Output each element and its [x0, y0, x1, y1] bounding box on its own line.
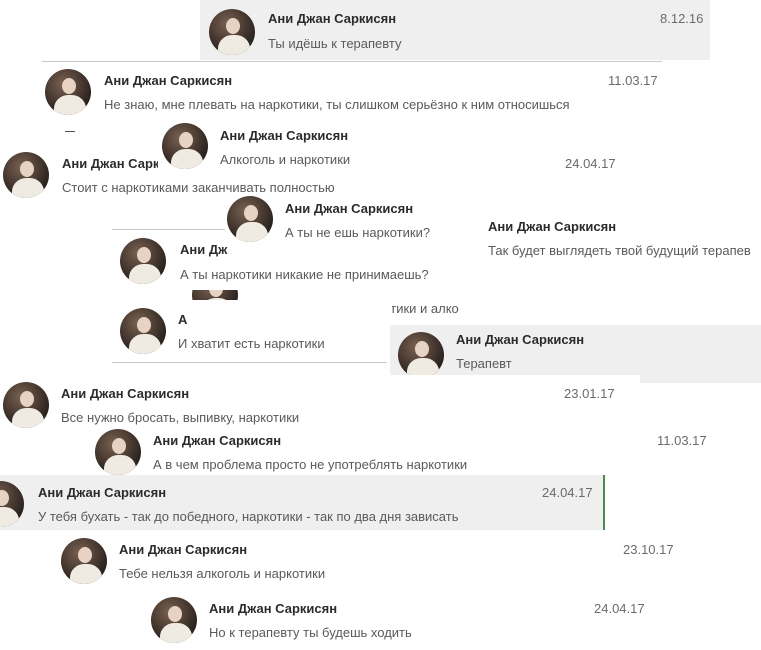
avatar	[151, 597, 197, 643]
message-item: Ани Джан Саркисян 11.03.17 Не знаю, мне …	[42, 62, 662, 124]
message-item: Ани Джан Саркисян 23.10.17 Тебе нельзя а…	[58, 533, 698, 589]
avatar	[0, 481, 24, 527]
avatar	[120, 308, 166, 354]
message-text: Все нужно бросать, выпивку, наркотики	[61, 410, 300, 425]
message-date: 24.04.17	[542, 485, 593, 500]
sender-name: Ани Джан Саркисян	[119, 542, 248, 557]
sender-name: Ани Джан Сарк	[62, 156, 160, 171]
message-text: Алкоголь и наркотики	[220, 152, 351, 167]
sender-name: Ани Джан Саркисян	[38, 485, 167, 500]
divider	[42, 61, 662, 62]
message-date: 24.04.17	[565, 156, 616, 171]
message-text: Но к терапевту ты будешь ходить	[209, 625, 412, 640]
message-item: Ани Джан Саркисян 24.04.17 Но к терапевт…	[148, 592, 668, 650]
sender-name: Ани Джан Саркисян	[209, 601, 338, 616]
avatar	[3, 382, 49, 428]
sender-name: Ани Джан Саркисян	[104, 73, 233, 88]
message-date: 11.03.17	[608, 73, 658, 88]
message-text: А в чем проблема просто не употреблять н…	[153, 457, 468, 472]
message-text: А ты не ешь наркотики?	[285, 225, 431, 240]
message-text: Тебе нельзя алкоголь и наркотики	[119, 566, 326, 581]
message-text: Терапевт	[456, 356, 512, 371]
message-date: 24.04.17	[594, 601, 645, 616]
message-text: И хватит есть наркотики	[178, 336, 325, 351]
divider	[112, 362, 387, 363]
sender-name: Ани Джан Саркисян	[285, 201, 414, 216]
sender-name: Ани Джан Саркисян	[153, 433, 282, 448]
message-item: Ани Джан Саркисян 11.03.17 А в чем пробл…	[92, 425, 722, 475]
sender-name: Ани Дж	[180, 242, 228, 257]
avatar	[209, 9, 255, 55]
message-item: Ани Джан Саркисян Алкоголь и наркотики	[158, 118, 368, 170]
avatar	[398, 332, 444, 378]
message-text: А ты наркотики никакие не принимаешь?	[180, 267, 429, 282]
avatar	[45, 69, 91, 115]
message-item: Ани Джан Саркисян 8.12.16 Ты идёшь к тер…	[200, 0, 710, 60]
message-text: Так будет выглядеть твой будущий терапев	[488, 243, 751, 258]
sender-name: Ани Джан Саркисян	[456, 332, 585, 347]
message-text: Ты идёшь к терапевту	[268, 36, 402, 51]
message-date: 23.10.17	[623, 542, 674, 557]
message-item: Ани Джан Саркисян А ты не ешь наркотики?	[225, 192, 475, 244]
message-item: Ани Джан Саркисян 24.04.17 У тебя бухать…	[0, 475, 604, 530]
message-item: А И хватит есть наркотики	[112, 300, 392, 362]
avatar	[95, 429, 141, 475]
avatar	[120, 238, 166, 284]
avatar	[162, 123, 208, 169]
sender-name: А	[178, 312, 188, 327]
unread-marker	[603, 475, 605, 530]
message-text: Не знаю, мне плевать на наркотики, ты сл…	[104, 97, 570, 112]
message-date: 23.01.17	[564, 386, 615, 401]
sender-name: Ани Джан Саркисян	[61, 386, 190, 401]
avatar	[3, 152, 49, 198]
sender-name: Ани Джан Саркисян	[220, 128, 349, 143]
message-date: 8.12.16	[660, 11, 704, 26]
sender-name: Ани Джан Саркисян	[488, 219, 617, 234]
avatar	[227, 196, 273, 242]
avatar	[61, 538, 107, 584]
sender-name: Ани Джан Саркисян	[268, 11, 397, 26]
divider	[65, 131, 75, 132]
message-date: 11.03.17	[657, 433, 707, 448]
divider	[112, 229, 232, 230]
message-text: У тебя бухать - так до победного, наркот…	[38, 509, 459, 524]
message-item: Ани Джан Саркисян Так будет выглядеть тв…	[478, 208, 761, 262]
